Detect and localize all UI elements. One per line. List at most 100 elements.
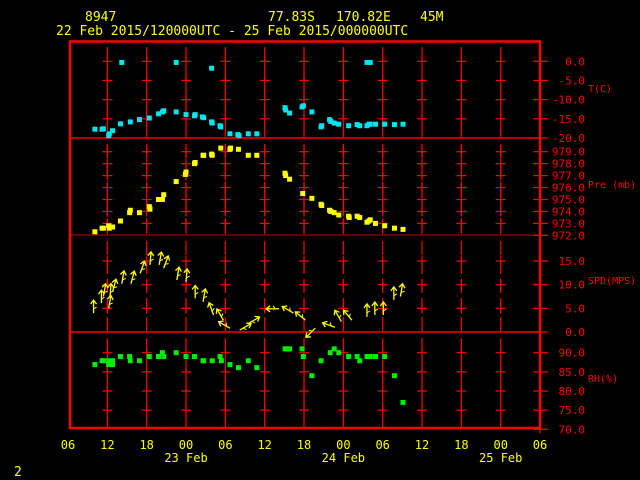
wind_speed-tick-label: 10.0 — [559, 279, 586, 292]
relative_humidity-point — [235, 365, 241, 371]
relative_humidity-point — [192, 354, 198, 360]
pressure-point — [136, 210, 142, 216]
relative_humidity-point — [372, 354, 378, 360]
temperature-point — [367, 121, 373, 127]
pressure-point — [159, 197, 165, 202]
wind-arrow — [321, 320, 336, 328]
x-tick-label: 06 — [533, 438, 547, 452]
temperature-point — [173, 109, 179, 115]
relative_humidity-tick-label: 90.0 — [559, 347, 586, 360]
relative_humidity-point — [300, 354, 306, 360]
wind-arrow — [363, 302, 371, 317]
relative_humidity-tick-label: 85.0 — [559, 366, 586, 379]
x-tick-label: 06 — [375, 438, 389, 452]
pressure-point — [161, 192, 167, 198]
temperature-point — [201, 115, 207, 121]
relative_humidity-point — [367, 354, 373, 360]
x-tick-label: 00 — [179, 438, 193, 452]
pressure-point — [228, 145, 234, 151]
wind-arrow — [390, 285, 398, 300]
pressure-axis-label: Pre (mb) — [588, 180, 636, 191]
temperature-point — [227, 131, 233, 137]
relative_humidity-point — [92, 362, 98, 368]
wind-arrow — [371, 300, 379, 315]
pressure-point — [346, 214, 352, 220]
wind-arrow — [281, 305, 294, 314]
temperature-point — [117, 121, 123, 127]
x-tick-label: 12 — [257, 438, 271, 452]
pressure-point — [309, 195, 315, 201]
wind-arrow — [139, 260, 147, 274]
pressure-point — [147, 206, 153, 212]
wind-arrow — [201, 287, 209, 302]
relative_humidity-point — [287, 346, 293, 352]
wind_speed-tick-label: 0.0 — [565, 326, 585, 339]
x-tick-label: 12 — [415, 438, 429, 452]
relative_humidity-point — [254, 365, 260, 371]
temperature-point — [209, 65, 215, 71]
wind_speed-tick-label: 5.0 — [565, 302, 585, 315]
temperature-point — [92, 126, 98, 132]
temperature-tick-label: 0.0 — [565, 55, 585, 68]
pressure-point — [92, 229, 98, 235]
pressure-point — [319, 202, 325, 208]
relative_humidity-point — [400, 399, 406, 405]
relative_humidity-point — [245, 358, 251, 364]
x-tick-label: 12 — [100, 438, 114, 452]
relative_humidity-point — [110, 362, 116, 368]
temperature-point — [173, 59, 179, 65]
temperature-point — [119, 59, 125, 65]
temperature-point — [136, 117, 142, 123]
pressure-point — [100, 225, 106, 231]
pressure-point — [173, 179, 179, 185]
pressure-point — [192, 159, 198, 165]
temperature-axis-label: T(C) — [588, 84, 612, 95]
pressure-point — [235, 146, 241, 152]
wind-arrow — [147, 250, 155, 265]
temperature-point — [146, 115, 152, 121]
pressure-point — [127, 207, 133, 213]
temperature-point — [209, 120, 215, 126]
date-label: 25 Feb — [479, 451, 522, 465]
relative_humidity-point — [331, 346, 337, 352]
relative_humidity-point — [117, 354, 123, 360]
pressure-point — [372, 220, 378, 226]
pressure-point — [245, 152, 251, 158]
relative_humidity-point — [183, 354, 189, 360]
temperature-point — [382, 121, 388, 127]
x-tick-label: 18 — [139, 438, 153, 452]
temperature-point — [357, 123, 363, 129]
relative_humidity-point — [336, 350, 342, 356]
wind-arrow — [163, 254, 171, 269]
relative_humidity-point — [136, 358, 142, 364]
relative_humidity-point — [100, 358, 106, 364]
temperature-point — [300, 103, 306, 109]
temperature-point — [236, 133, 242, 139]
temperature-point — [183, 112, 189, 118]
wind-arrow — [333, 309, 342, 322]
temperature-point — [245, 131, 251, 137]
relative_humidity-point — [173, 350, 179, 356]
wind-arrow — [183, 267, 191, 282]
pressure-point — [254, 152, 260, 158]
relative_humidity-point — [127, 358, 133, 364]
relative_humidity-tick-label: 80.0 — [559, 385, 586, 398]
pressure-point — [183, 169, 189, 175]
temperature-point — [309, 109, 315, 115]
pressure-point — [336, 212, 342, 218]
pressure-tick-label: 972.0 — [552, 229, 585, 242]
pressure-point — [201, 152, 207, 158]
wind-arrow — [90, 298, 98, 314]
relative_humidity-point — [299, 346, 305, 352]
temperature-point — [161, 108, 167, 114]
relative_humidity-point — [201, 358, 207, 364]
wind-arrow — [207, 301, 215, 316]
wind_speed-tick-label: 15.0 — [559, 255, 586, 268]
pressure-point — [357, 214, 363, 220]
pressure-point — [300, 191, 306, 197]
temperature-tick-label: -15.0 — [552, 113, 585, 126]
wind-arrow — [157, 250, 165, 265]
temperature-point — [287, 110, 293, 116]
relative_humidity-point — [346, 354, 352, 360]
relative_humidity-tick-label: 75.0 — [559, 404, 586, 417]
